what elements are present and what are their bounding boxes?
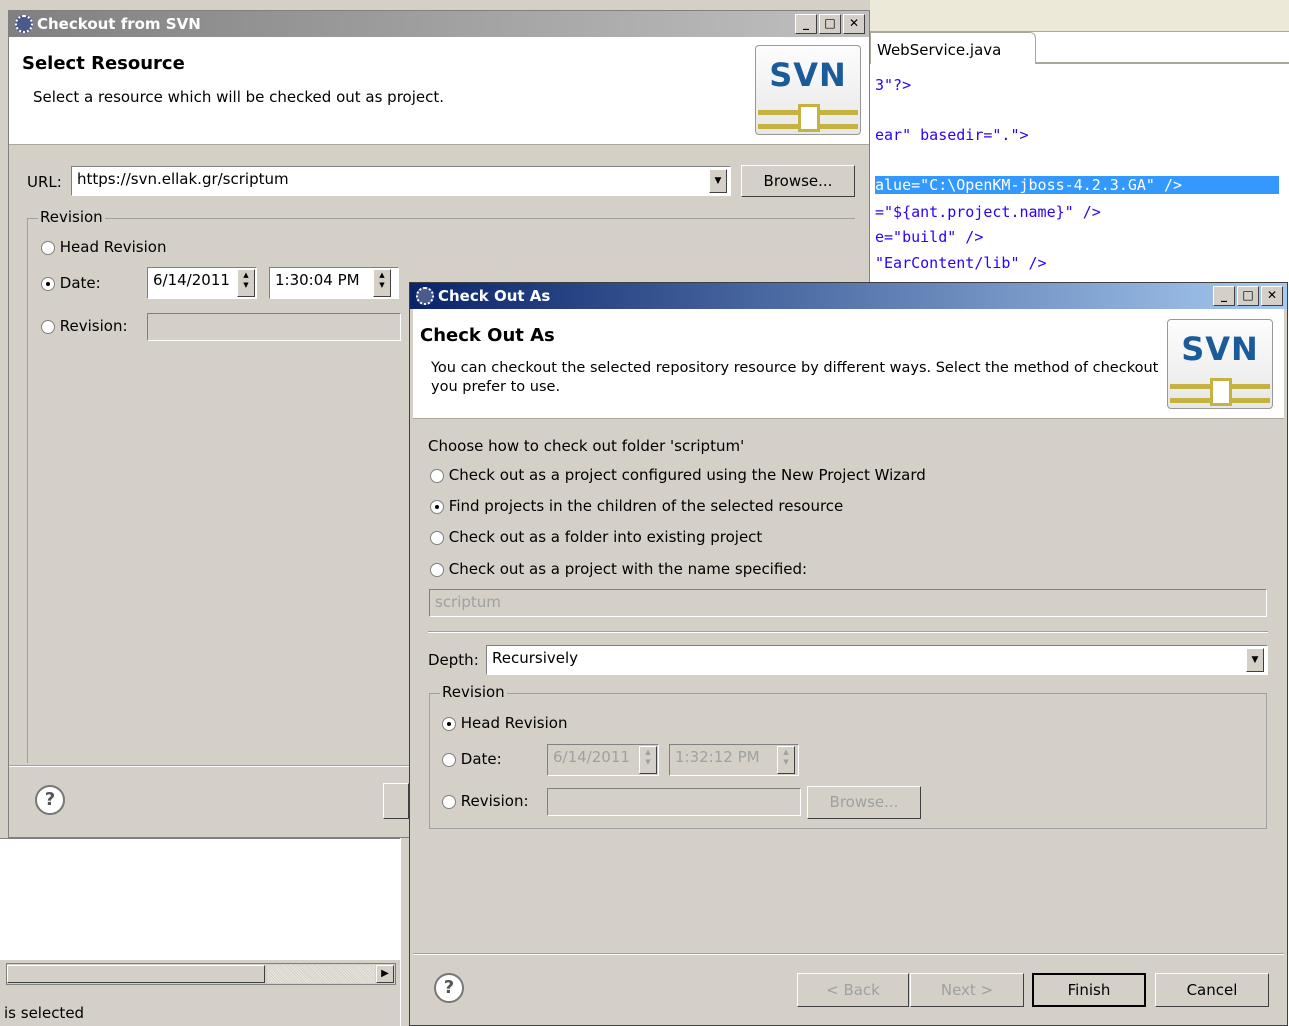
choose-label: Choose how to check out folder 'scriptum… (428, 437, 745, 455)
separator (413, 953, 1284, 955)
revision-radio[interactable] (41, 319, 55, 334)
time-spinner[interactable]: ▲ ▼ (373, 269, 391, 297)
url-label: URL: (27, 173, 62, 191)
url-dropdown-arrow-icon[interactable]: ▼ (709, 169, 727, 193)
editor-tab[interactable]: WebService.java (870, 32, 1036, 64)
code-line-selected: alue="C:\OpenKM-jboss-4.2.3.GA" /> (875, 176, 1279, 194)
svn-logo-icon: SVN (1167, 319, 1273, 409)
back-button[interactable]: < Back (797, 973, 909, 1007)
scrollbar-thumb[interactable] (7, 965, 265, 983)
cancel-button[interactable]: Cancel (1155, 973, 1269, 1007)
behind-horizontal-scrollbar[interactable]: ▶ (6, 963, 396, 985)
page-description: Select a resource which will be checked … (33, 88, 445, 106)
help-icon[interactable]: ? (35, 785, 65, 815)
editor-tab-label: WebService.java (877, 41, 1002, 59)
eclipse-app-icon (416, 287, 434, 305)
depth-label: Depth: (428, 651, 479, 669)
revision-browse-button[interactable]: Browse... (807, 786, 921, 819)
finish-button[interactable]: Finish (1032, 973, 1146, 1007)
option-radio[interactable] (430, 499, 444, 514)
behind-status-text: is selected (4, 1004, 85, 1022)
checkout-option-folder[interactable]: Check out as a folder into existing proj… (430, 528, 762, 546)
check-out-as-window: Check Out As _ □ ✕ Check Out As You can … (409, 282, 1288, 1026)
eclipse-app-icon (15, 15, 33, 33)
revision-field[interactable] (547, 788, 801, 816)
code-line: 3"?> (875, 76, 912, 94)
code-line: ="${ant.project.name}" /> (875, 203, 1101, 221)
hidden-button[interactable] (383, 783, 409, 819)
time-spinner[interactable]: ▲ ▼ (777, 746, 795, 774)
behind-divider (400, 838, 408, 1026)
maximize-icon[interactable]: □ (819, 14, 841, 34)
behind-list-area (0, 838, 400, 960)
scroll-right-arrow-icon[interactable]: ▶ (376, 965, 394, 983)
check-out-as-titlebar[interactable]: Check Out As _ □ ✕ (410, 283, 1287, 309)
head-revision-option[interactable]: Head Revision (41, 238, 166, 256)
option-radio[interactable] (430, 468, 444, 483)
revision-option[interactable]: Revision: (442, 792, 529, 810)
code-line: e="build" /> (875, 228, 984, 246)
checkout-option-wizard[interactable]: Check out as a project configured using … (430, 466, 926, 484)
close-icon[interactable]: ✕ (843, 14, 865, 34)
next-button[interactable]: Next > (910, 973, 1024, 1007)
browse-button[interactable]: Browse... (741, 165, 855, 197)
depth-dropdown-arrow-icon[interactable]: ▼ (1246, 648, 1264, 672)
head-revision-option[interactable]: Head Revision (442, 714, 567, 732)
separator (428, 631, 1268, 633)
editor-toolbar (870, 0, 1289, 32)
option-radio[interactable] (430, 530, 444, 545)
code-line: ear" basedir="."> (875, 126, 1029, 144)
header-area: Check Out As You can checkout the select… (413, 309, 1284, 419)
page-title: Check Out As (420, 325, 555, 346)
minimize-icon[interactable]: _ (1213, 286, 1235, 306)
svn-logo-icon: SVN (755, 45, 861, 135)
page-description: You can checkout the selected repository… (431, 360, 1159, 395)
checkout-option-named-project[interactable]: Check out as a project with the name spe… (430, 560, 807, 578)
date-option[interactable]: Date: (442, 750, 502, 768)
page-title: Select Resource (22, 53, 185, 74)
url-combo[interactable]: https://svn.ellak.gr/scriptum (71, 166, 731, 196)
head-revision-radio[interactable] (41, 240, 55, 255)
window-title: Check Out As (438, 287, 551, 305)
revision-field[interactable] (147, 313, 401, 341)
head-revision-radio[interactable] (442, 716, 456, 731)
header-area: Select Resource Select a resource which … (9, 37, 869, 145)
close-icon[interactable]: ✕ (1261, 286, 1283, 306)
help-icon[interactable]: ? (434, 973, 464, 1003)
scrollbar-track[interactable] (267, 965, 375, 983)
revision-option[interactable]: Revision: (41, 317, 128, 335)
minimize-icon[interactable]: _ (795, 14, 817, 34)
revision-radio[interactable] (442, 794, 456, 809)
window-title: Checkout from SVN (37, 15, 201, 33)
checkout-titlebar[interactable]: Checkout from SVN _ □ ✕ (9, 11, 869, 37)
option-radio[interactable] (430, 562, 444, 577)
date-radio[interactable] (41, 276, 55, 291)
date-spinner[interactable]: ▲ ▼ (639, 746, 657, 774)
project-name-field[interactable]: scriptum (429, 589, 1267, 617)
editor-tab-strip (1036, 62, 1289, 64)
date-option[interactable]: Date: (41, 274, 101, 292)
date-spinner[interactable]: ▲ ▼ (237, 269, 255, 297)
date-radio[interactable] (442, 752, 456, 767)
checkout-option-find-projects[interactable]: Find projects in the children of the sel… (430, 497, 843, 515)
code-line: "EarContent/lib" /> (875, 254, 1047, 272)
maximize-icon[interactable]: □ (1237, 286, 1259, 306)
depth-select[interactable]: Recursively (486, 645, 1268, 675)
